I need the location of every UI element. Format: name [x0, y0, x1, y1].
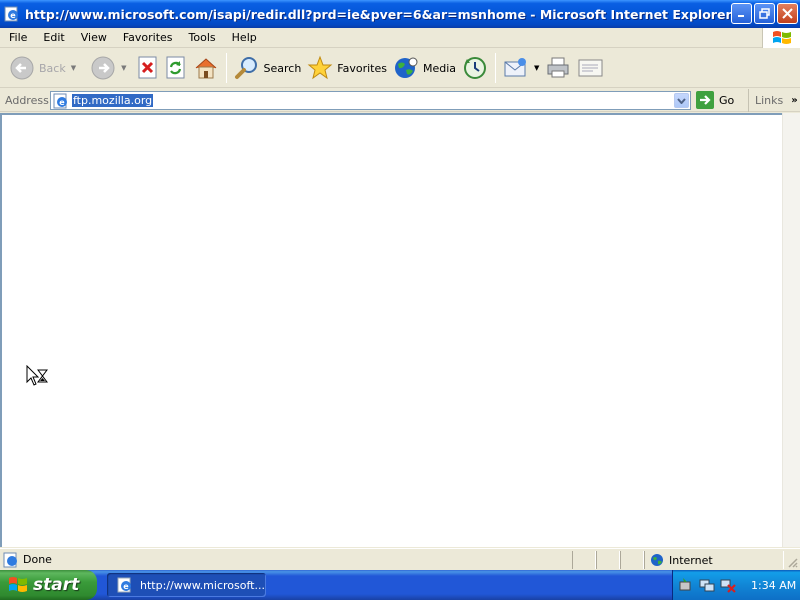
resize-grip-icon[interactable] [786, 556, 798, 568]
back-button[interactable]: Back ▼ [6, 51, 79, 85]
close-button[interactable] [777, 3, 798, 24]
window-title: http://www.microsoft.com/isapi/redir.dll… [25, 6, 732, 22]
page-status-icon [3, 552, 17, 567]
menu-favorites[interactable]: Favorites [114, 31, 180, 44]
star-icon [307, 55, 333, 80]
svg-text:e: e [59, 98, 65, 107]
busy-cursor-icon [26, 365, 48, 386]
security-zone[interactable]: Internet [650, 551, 713, 569]
back-dropdown-icon[interactable]: ▼ [71, 64, 76, 72]
title-bar[interactable]: e http://www.microsoft.com/isapi/redir.d… [0, 0, 800, 28]
close-icon [782, 8, 793, 19]
status-bar: Done Internet [0, 548, 800, 570]
windows-logo [762, 28, 800, 48]
menu-tools[interactable]: Tools [180, 31, 223, 44]
print-button[interactable] [542, 51, 574, 85]
address-input[interactable]: e ftp.mozilla.org [50, 91, 691, 110]
history-button[interactable] [459, 51, 491, 85]
restore-icon [759, 8, 770, 19]
svg-text:e: e [10, 11, 16, 20]
history-icon [464, 57, 487, 79]
links-chevron-icon[interactable]: » [791, 95, 797, 106]
favorites-label: Favorites [337, 61, 387, 75]
zone-label: Internet [669, 553, 713, 567]
status-text: Done [23, 553, 52, 566]
refresh-button[interactable] [162, 51, 190, 85]
windows-flag-icon [9, 577, 27, 592]
page-content[interactable] [0, 113, 782, 547]
clock[interactable]: 1:34 AM [751, 579, 796, 592]
restore-button[interactable] [754, 3, 775, 24]
stop-button[interactable] [134, 51, 162, 85]
chevron-down-icon [677, 97, 686, 104]
status-pane [596, 551, 620, 569]
menu-help[interactable]: Help [223, 31, 264, 44]
address-label: Address [5, 93, 49, 107]
mail-dropdown-icon[interactable]: ▼ [534, 64, 539, 72]
edit-icon [578, 59, 603, 77]
search-label: Search [263, 61, 302, 75]
mail-button[interactable]: ▼ [500, 51, 542, 85]
refresh-icon [166, 56, 184, 79]
start-button[interactable]: start [0, 570, 97, 600]
stop-icon [138, 56, 156, 79]
network-icon[interactable] [699, 577, 715, 593]
go-label: Go [719, 93, 735, 107]
go-button[interactable]: Go [696, 91, 734, 109]
windows-flag-icon [772, 31, 791, 44]
forward-button[interactable]: ▼ [87, 51, 129, 85]
search-button[interactable]: Search [231, 51, 305, 85]
toolbar-separator [225, 53, 227, 83]
links-label: Links [755, 94, 784, 107]
svg-text:e: e [123, 582, 129, 591]
start-label: start [33, 575, 80, 595]
network-disconnected-icon[interactable] [720, 577, 736, 593]
edit-button[interactable] [574, 51, 608, 85]
address-bar: Address e ftp.mozilla.org Go Links » [0, 89, 800, 112]
minimize-icon [738, 15, 744, 17]
system-tray: 1:34 AM [672, 570, 800, 600]
back-label: Back [39, 61, 66, 75]
safely-remove-hardware-icon[interactable] [678, 577, 694, 593]
address-dropdown-button[interactable] [674, 93, 689, 108]
menu-edit[interactable]: Edit [34, 31, 71, 44]
forward-dropdown-icon[interactable]: ▼ [121, 64, 126, 72]
ie-page-icon: e [4, 6, 18, 22]
media-label: Media [423, 61, 457, 75]
back-arrow-icon [10, 56, 34, 80]
media-button[interactable]: Media [390, 51, 459, 85]
status-pane [572, 551, 596, 569]
home-icon [195, 58, 216, 79]
magnifier-icon [234, 57, 257, 79]
internet-globe-icon [651, 554, 663, 566]
standard-toolbar: Back ▼ ▼ Search Favorites Media ▼ [0, 49, 800, 88]
toolbar-separator [495, 53, 497, 83]
status-pane [620, 551, 644, 569]
mail-icon [504, 58, 527, 77]
taskbar-item-label: http://www.microsoft... [140, 578, 265, 592]
go-arrow-icon [696, 91, 714, 109]
ie-page-icon: e [117, 577, 131, 593]
favorites-button[interactable]: Favorites [304, 51, 390, 85]
printer-icon [547, 57, 569, 78]
minimize-button[interactable] [731, 3, 752, 24]
menu-view[interactable]: View [72, 31, 114, 44]
taskbar: start e http://www.microsoft... 1:34 AM [0, 570, 800, 600]
vertical-scrollbar[interactable] [782, 113, 800, 547]
address-value[interactable]: ftp.mozilla.org [72, 94, 154, 107]
menu-bar: File Edit View Favorites Tools Help [0, 28, 800, 48]
page-icon: e [53, 93, 67, 108]
globe-media-icon [395, 57, 418, 78]
menu-file[interactable]: File [0, 31, 34, 44]
taskbar-item-ie[interactable]: e http://www.microsoft... [107, 573, 266, 597]
home-button[interactable] [190, 51, 222, 85]
links-button[interactable]: Links » [748, 89, 798, 112]
forward-arrow-icon [91, 56, 115, 80]
